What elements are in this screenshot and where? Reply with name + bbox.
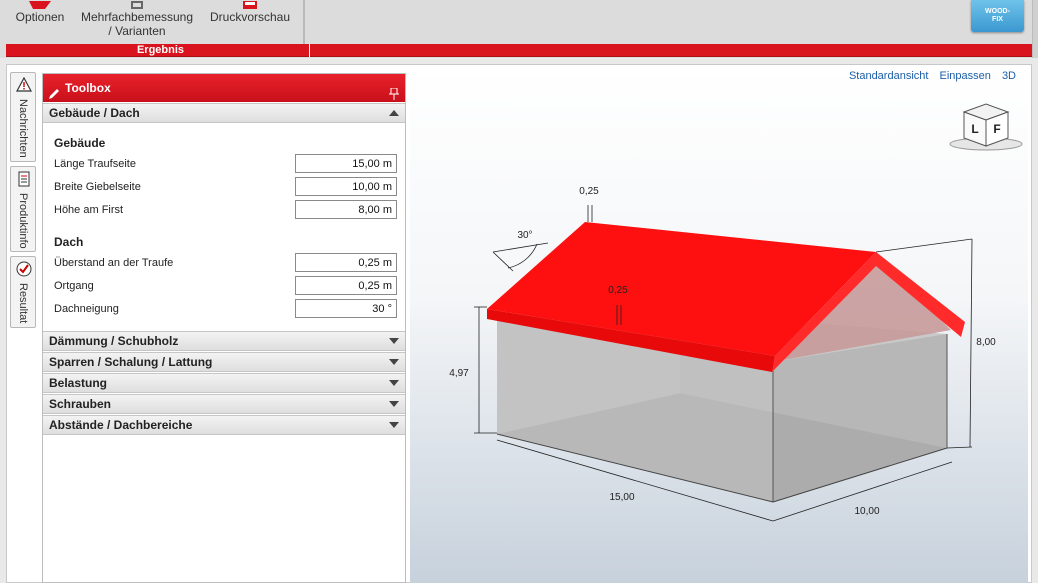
breite-giebelseite-label: Breite Giebelseite (54, 181, 141, 193)
collapse-icon (389, 110, 399, 116)
document-icon (16, 171, 32, 187)
section-daemmung[interactable]: Dämmung / Schubholz (43, 331, 405, 351)
ribbon-group-ergebnis: Optionen Mehrfachbemessung / Varianten D… (6, 0, 304, 44)
group-gebaeude-title: Gebäude (54, 136, 106, 150)
house-model: 0,25 30° 0,25 4,97 8,00 15,00 10,00 L F (449, 103, 1023, 522)
druckvorschau-button[interactable]: Druckvorschau (206, 0, 294, 24)
3d-viewport[interactable]: Standardansicht Einpassen 3D 0,25 30° 0,… (410, 66, 1028, 583)
pin-icon[interactable] (389, 82, 399, 100)
variants-icon (78, 0, 196, 10)
laenge-traufseite-input[interactable] (295, 154, 397, 173)
tab-produktinfo[interactable]: Produktinfo (10, 166, 36, 252)
expand-icon (389, 401, 399, 407)
dachneigung-label: Dachneigung (54, 303, 119, 315)
toolbox-panel: Toolbox Gebäude / Dach Gebäude Länge Tra… (42, 73, 406, 583)
dachneigung-input[interactable] (295, 299, 397, 318)
ueberstand-traufe-input[interactable] (295, 253, 397, 272)
section-sparren[interactable]: Sparren / Schalung / Lattung (43, 352, 405, 372)
expand-icon (389, 338, 399, 344)
hoehe-first-label: Höhe am First (54, 204, 124, 216)
expand-icon (389, 422, 399, 428)
mehrfachbemessung-button[interactable]: Mehrfachbemessung / Varianten (78, 0, 196, 38)
tab-resultat[interactable]: Resultat (10, 256, 36, 328)
section-abstaende[interactable]: Abstände / Dachbereiche (43, 415, 405, 435)
expand-icon (389, 380, 399, 386)
woodfix-logo[interactable]: WOOD- FIX (971, 0, 1024, 32)
ribbon: Optionen Mehrfachbemessung / Varianten D… (0, 0, 1038, 58)
print-preview-icon (206, 0, 294, 10)
ribbon-group-label: Ergebnis (12, 44, 310, 57)
section-gebaeude-dach[interactable]: Gebäude / Dach (43, 103, 405, 123)
dim-angle: 30° (517, 230, 532, 241)
right-wall (773, 334, 947, 502)
expand-icon (389, 359, 399, 365)
cube-face-left[interactable]: L (971, 122, 978, 136)
section-belastung[interactable]: Belastung (43, 373, 405, 393)
dim-wall-height: 4,97 (449, 368, 469, 379)
optionen-button[interactable]: Optionen (14, 0, 66, 24)
ribbon-group-bar: Ergebnis (6, 44, 1032, 57)
ortgang-label: Ortgang (54, 280, 94, 292)
dim-ridge-height: 8,00 (976, 337, 996, 348)
view-cube[interactable]: L F (949, 103, 1023, 151)
warning-icon (15, 76, 33, 93)
dim-overhang-mid: 0,25 (608, 285, 628, 296)
dim-overhang-top: 0,25 (579, 186, 599, 197)
section-schrauben[interactable]: Schrauben (43, 394, 405, 414)
dim-width: 10,00 (854, 506, 879, 517)
toolbox-title: Toolbox (65, 81, 111, 95)
check-icon (16, 261, 32, 277)
ortgang-input[interactable] (295, 276, 397, 295)
breite-giebelseite-input[interactable] (295, 177, 397, 196)
pencil-icon (48, 82, 60, 99)
options-icon (14, 0, 66, 10)
laenge-traufseite-label: Länge Traufseite (54, 158, 136, 170)
ueberstand-traufe-label: Überstand an der Traufe (54, 257, 174, 269)
tab-nachrichten[interactable]: Nachrichten (10, 72, 36, 162)
cube-face-front[interactable]: F (993, 122, 1000, 136)
toolbox-header: Toolbox (43, 74, 405, 102)
group-dach-title: Dach (54, 235, 84, 249)
hoehe-first-input[interactable] (295, 200, 397, 219)
dim-length: 15,00 (609, 492, 634, 503)
